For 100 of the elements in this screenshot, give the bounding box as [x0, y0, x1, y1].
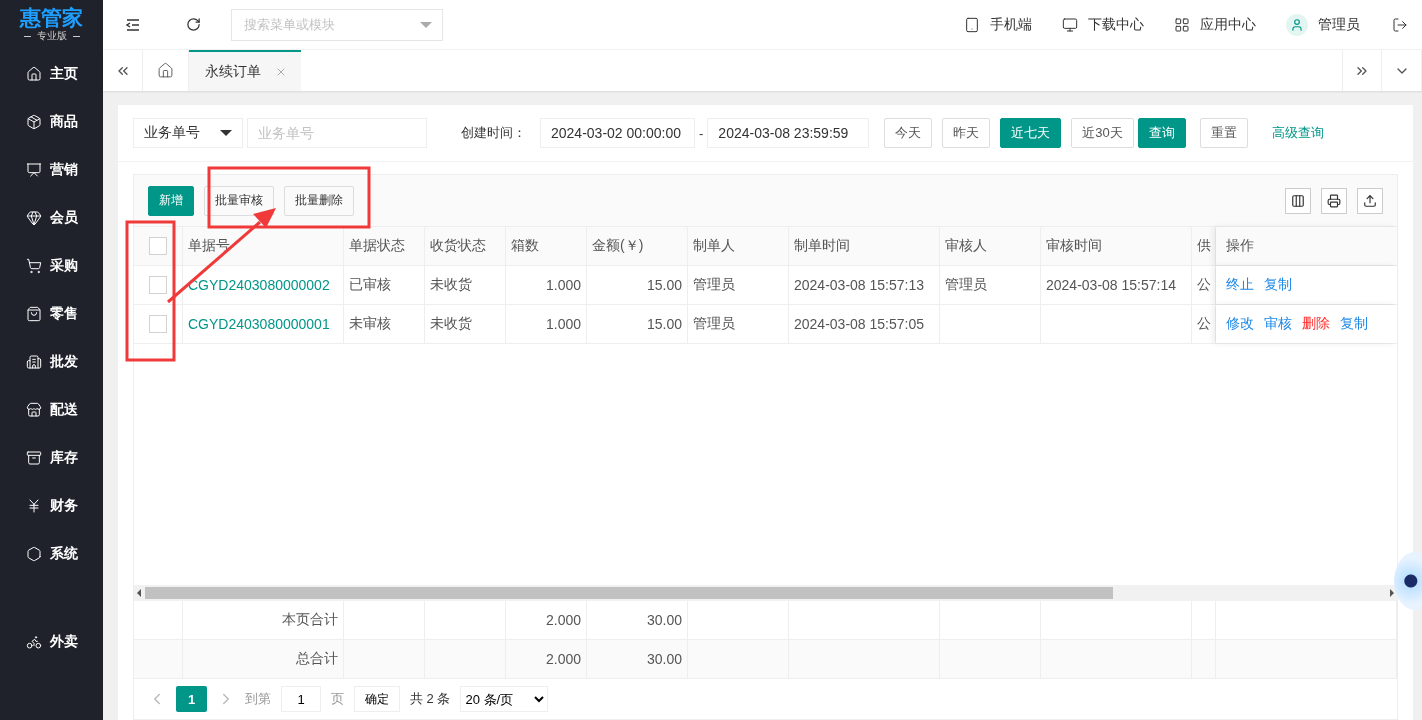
page-tab[interactable]: 永续订单: [189, 50, 301, 91]
total-label: 总合计: [183, 640, 344, 678]
logout-icon: [1392, 16, 1408, 33]
sidebar-item[interactable]: 批发: [0, 338, 103, 386]
printer-icon: [1327, 193, 1341, 208]
advanced-search-link[interactable]: 高级查询: [1271, 124, 1324, 142]
table-cell: 2.000: [506, 601, 587, 639]
columns-icon: [1291, 193, 1305, 208]
export-button[interactable]: [1357, 187, 1383, 214]
brand-logo: 惠管家: [20, 7, 83, 29]
menu-icon: [126, 18, 140, 31]
sidebar-item[interactable]: 库存: [0, 434, 103, 482]
table-cell: 未审核: [344, 305, 425, 343]
nav-icon: [26, 402, 42, 418]
home-tab[interactable]: [143, 50, 189, 91]
nav-icon: [26, 66, 42, 82]
column-header: 审核时间: [1041, 227, 1192, 265]
page-input[interactable]: 1: [281, 686, 321, 712]
sidebar-item[interactable]: 主页: [0, 50, 103, 98]
column-header: 制单时间: [789, 227, 940, 265]
table-cell: 30.00: [587, 640, 688, 678]
column-header: 金额(￥): [587, 227, 688, 265]
sidebar-item[interactable]: 会员: [0, 194, 103, 242]
page-unit: 页: [331, 690, 344, 708]
nav-icon: [26, 306, 42, 322]
refresh-icon: [185, 17, 201, 32]
confirm-button[interactable]: 确定: [354, 686, 400, 712]
nav-icon: [26, 634, 42, 650]
order-link[interactable]: CGYD2403080000002: [188, 277, 330, 293]
goto-label: 到第: [245, 690, 271, 708]
tab-menu-button[interactable]: [1382, 50, 1422, 91]
header-link[interactable]: 应用中心: [1174, 15, 1256, 34]
edition-label: 专业版: [36, 29, 67, 43]
table-cell: 未收货: [425, 305, 506, 343]
action-link[interactable]: 复制: [1264, 276, 1292, 294]
sidebar-item[interactable]: 营销: [0, 146, 103, 194]
sidebar-item[interactable]: 外卖: [0, 618, 103, 666]
home-icon: [157, 62, 174, 79]
checkbox[interactable]: [149, 315, 167, 333]
nav-icon: [26, 114, 42, 130]
table-cell: 未收货: [425, 266, 506, 304]
table-cell: 30.00: [587, 601, 688, 639]
link-icon: [1174, 16, 1190, 33]
sidebar-item[interactable]: 财务: [0, 482, 103, 530]
order-link[interactable]: CGYD2403080000001: [188, 316, 330, 332]
link-icon: [964, 16, 980, 33]
nav-icon: [26, 546, 42, 562]
sidebar-item[interactable]: 零售: [0, 290, 103, 338]
input-field[interactable]: 业务单号: [247, 118, 427, 148]
search-field[interactable]: 搜索菜单或模块: [231, 8, 443, 41]
date-label: 创建时间：: [461, 124, 526, 142]
total-count: 共 2 条: [410, 690, 451, 708]
table-cell: 2.000: [506, 640, 587, 678]
sidebar-item[interactable]: 商品: [0, 98, 103, 146]
range-button[interactable]: 今天: [884, 118, 933, 148]
scroll-right-button[interactable]: [1342, 50, 1382, 91]
action-link[interactable]: 删除: [1302, 315, 1330, 333]
column-header: 制单人: [688, 227, 789, 265]
range-button[interactable]: 昨天: [942, 118, 991, 148]
print-button[interactable]: [1321, 187, 1347, 214]
column-header: 审核人: [940, 227, 1041, 265]
header-link[interactable]: 下载中心: [1062, 15, 1144, 34]
sidebar-item[interactable]: 系统: [0, 530, 103, 578]
toolbar-button[interactable]: 批量删除: [284, 185, 354, 216]
header-link[interactable]: 手机端: [964, 15, 1032, 34]
table-cell: 2024-03-08 15:57:05: [789, 305, 940, 343]
range-button[interactable]: 近30天: [1071, 118, 1134, 148]
reset-button[interactable]: 重置: [1199, 118, 1248, 148]
column-header: 收货状态: [425, 227, 506, 265]
action-link[interactable]: 修改: [1226, 315, 1254, 333]
table-cell: 15.00: [587, 305, 688, 343]
table-cell: 2024-03-08 15:57:14: [1041, 266, 1192, 304]
action-link[interactable]: 终止: [1226, 276, 1254, 294]
sidebar-item[interactable]: 配送: [0, 386, 103, 434]
page-size-select[interactable]: 20 条/页: [460, 686, 549, 712]
query-button[interactable]: 查询: [1137, 118, 1186, 148]
toolbar-button[interactable]: 批量审核: [204, 185, 274, 216]
nav-icon: [26, 498, 42, 514]
column-header: 箱数: [506, 227, 587, 265]
horizontal-scrollbar[interactable]: [134, 585, 1397, 601]
date-field[interactable]: 2024-03-02 00:00:00: [540, 118, 695, 148]
field-select[interactable]: 业务单号: [133, 118, 243, 148]
column-header: 单据状态: [344, 227, 425, 265]
toolbar-button[interactable]: 新增: [148, 185, 194, 216]
columns-button[interactable]: [1285, 187, 1311, 214]
checkbox[interactable]: [149, 276, 167, 294]
action-link[interactable]: 复制: [1340, 315, 1368, 333]
nav-icon: [26, 354, 42, 370]
page-number[interactable]: 1: [176, 686, 207, 712]
total-label: 本页合计: [183, 601, 344, 639]
action-link[interactable]: 审核: [1264, 315, 1292, 333]
table-cell: 1.000: [506, 305, 587, 343]
date-separator: -: [699, 125, 704, 141]
table-cell: 管理员: [688, 266, 789, 304]
sidebar-item[interactable]: 采购: [0, 242, 103, 290]
user-menu[interactable]: 管理员: [1286, 13, 1360, 36]
range-button[interactable]: 近七天: [1000, 118, 1062, 148]
date-field[interactable]: 2024-03-08 23:59:59: [707, 118, 870, 148]
caret-icon: [420, 21, 432, 28]
checkbox[interactable]: [149, 237, 167, 255]
